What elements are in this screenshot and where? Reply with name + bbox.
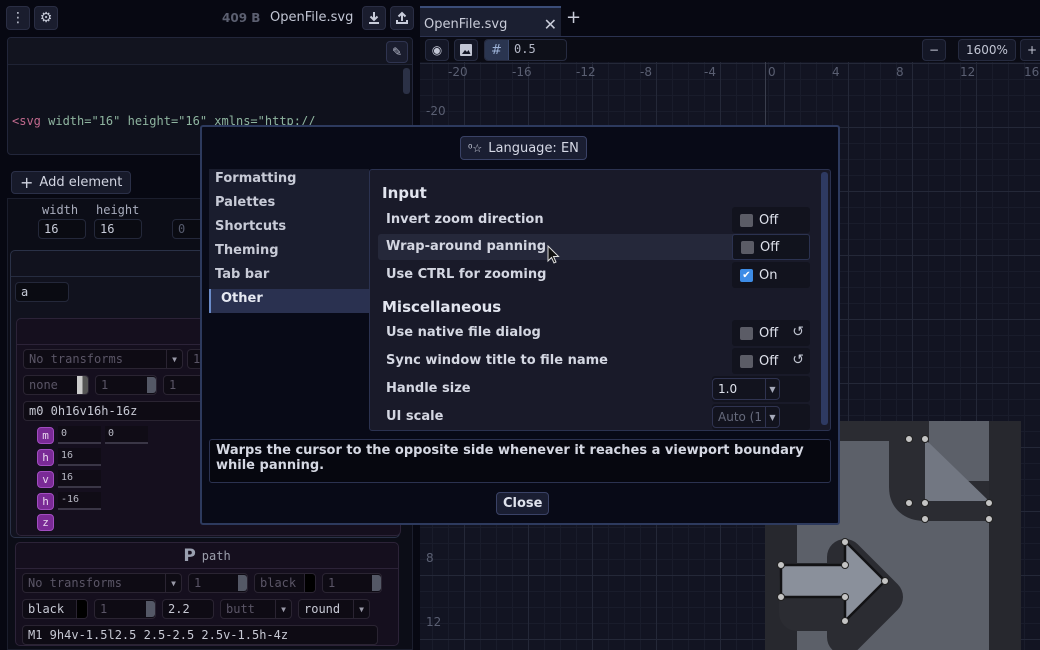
settings-content: Input Invert zoom direction Off Wrap-aro…	[369, 169, 831, 431]
ui-scale-dropdown[interactable]: Auto (1 ▼	[712, 406, 780, 428]
checkbox[interactable]	[740, 326, 753, 340]
chevron-down-icon: ▼	[765, 407, 779, 427]
setting-ctrl-zoom[interactable]: Use CTRL for zooming ✔ On	[378, 262, 810, 288]
wrap-around-toggle[interactable]: Off	[732, 234, 810, 260]
mouse-cursor-icon	[547, 245, 560, 264]
checkbox[interactable]	[740, 354, 753, 368]
setting-native-file-dialog[interactable]: Use native file dialog Off ↺	[378, 320, 810, 346]
setting-ui-scale: UI scale Auto (1 ▼	[378, 404, 810, 430]
checkbox-checked[interactable]: ✔	[740, 268, 753, 282]
category-palettes[interactable]: Palettes	[209, 193, 369, 217]
setting-sync-window-title[interactable]: Sync window title to file name Off ↺	[378, 348, 810, 374]
setting-description: Warps the cursor to the opposite side wh…	[209, 439, 831, 483]
modal-overlay: ⁰☆ Language: EN Formatting Palettes Shor…	[0, 0, 1040, 650]
native-dialog-toggle[interactable]: Off ↺	[732, 320, 810, 346]
app-window: ⋮ ⚙ 409 B OpenFile.svg ✎ <svg width="16"…	[0, 0, 1040, 650]
checkbox[interactable]	[740, 213, 753, 227]
category-theming[interactable]: Theming	[209, 241, 369, 265]
translate-icon: ⁰☆	[468, 141, 483, 155]
settings-scrollbar[interactable]	[821, 172, 828, 425]
ctrl-zoom-toggle[interactable]: ✔ On	[732, 262, 810, 288]
category-shortcuts[interactable]: Shortcuts	[209, 217, 369, 241]
close-button[interactable]: Close	[496, 492, 550, 515]
reset-icon[interactable]: ↺	[792, 352, 804, 368]
settings-dialog: ⁰☆ Language: EN Formatting Palettes Shor…	[200, 125, 840, 525]
category-formatting[interactable]: Formatting	[209, 169, 369, 193]
category-other[interactable]: Other	[209, 289, 369, 313]
invert-zoom-toggle[interactable]: Off	[732, 207, 810, 233]
reset-icon[interactable]: ↺	[792, 324, 804, 340]
section-title-misc: Miscellaneous	[382, 298, 502, 316]
settings-categories: Formatting Palettes Shortcuts Theming Ta…	[209, 169, 369, 313]
handle-size-dropdown[interactable]: 1.0 ▼	[712, 378, 780, 400]
chevron-down-icon: ▼	[765, 379, 779, 399]
setting-invert-zoom[interactable]: Invert zoom direction Off	[378, 207, 810, 233]
setting-wrap-around-panning[interactable]: Wrap-around panning Off	[378, 234, 810, 260]
category-tab-bar[interactable]: Tab bar	[209, 265, 369, 289]
setting-handle-size: Handle size 1.0 ▼	[378, 376, 810, 402]
checkbox[interactable]	[741, 240, 754, 254]
language-button[interactable]: ⁰☆ Language: EN	[460, 136, 587, 160]
section-title-input: Input	[382, 184, 427, 202]
sync-title-toggle[interactable]: Off ↺	[732, 348, 810, 374]
